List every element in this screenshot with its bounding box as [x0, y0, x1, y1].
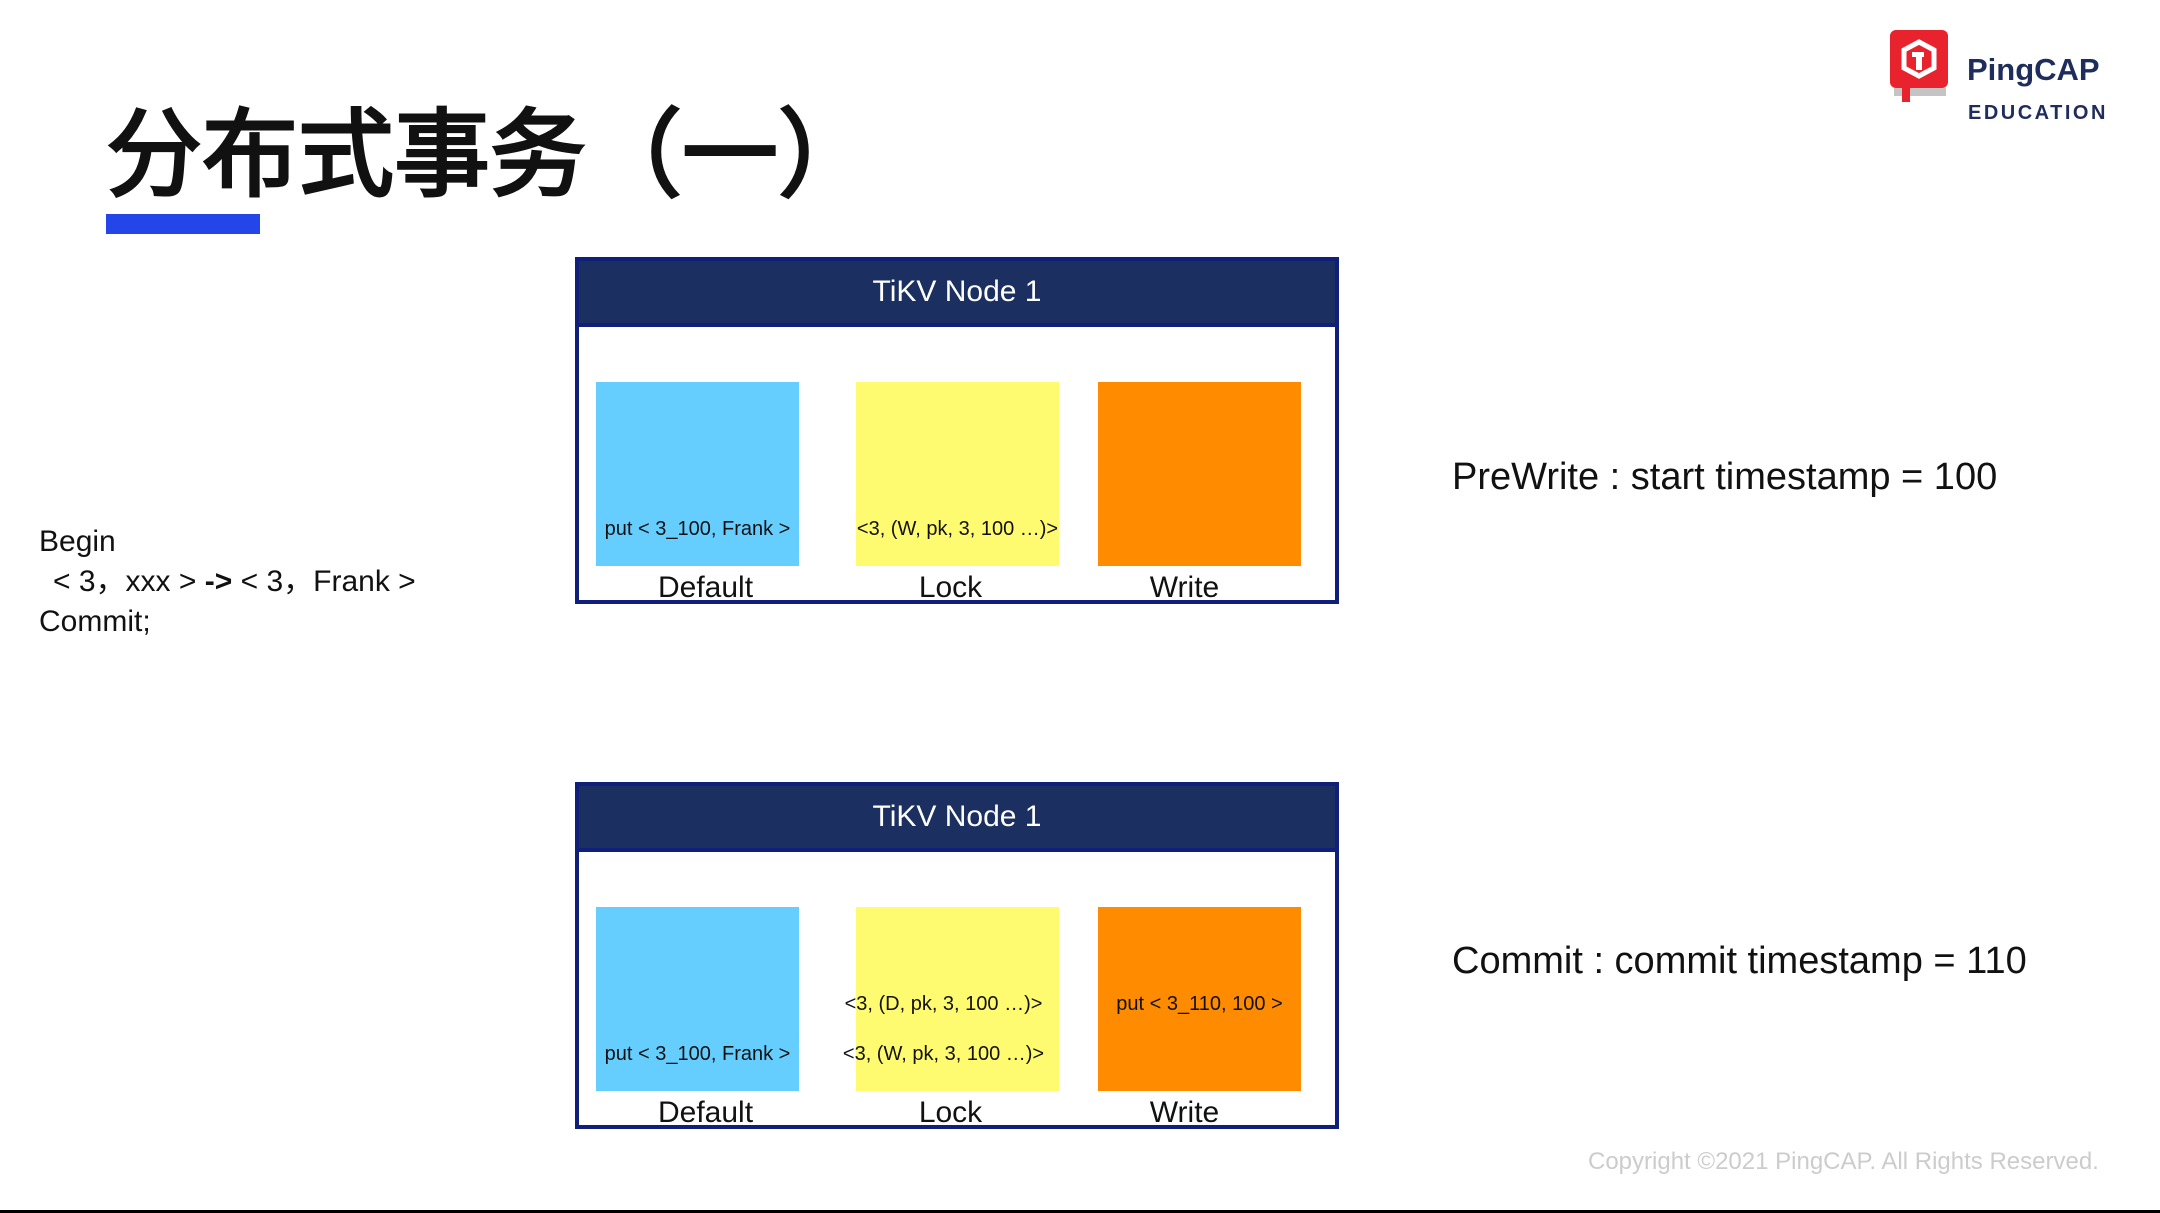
logo-name: PingCAP	[1967, 52, 2100, 87]
copyright-text: Copyright ©2021 PingCAP. All Rights Rese…	[1588, 1148, 2099, 1175]
write-cf-box: put < 3_110, 100 >	[1098, 907, 1301, 1091]
txn-commit: Commit;	[39, 605, 151, 638]
pingcap-logo-icon	[1890, 30, 1948, 102]
default-label: Default	[657, 1096, 754, 1129]
lock-label: Lock	[918, 571, 983, 604]
write-label: Write	[1149, 571, 1220, 604]
txn-arrow: ->	[204, 565, 233, 598]
default-entry: put < 3_100, Frank >	[604, 1043, 791, 1065]
txn-begin: Begin	[39, 525, 116, 558]
txn-old-value: xxx >	[125, 565, 197, 598]
node-title: TiKV Node 1	[579, 261, 1335, 327]
default-cf-box: put < 3_100, Frank >	[596, 382, 799, 566]
lock-cf-box: <3, (W, pk, 3, 100 …)>	[856, 382, 1059, 566]
default-entry: put < 3_100, Frank >	[604, 518, 791, 540]
tikv-node-commit: TiKV Node 1 put < 3_100, Frank > <3, (D,…	[575, 782, 1339, 1129]
transaction-block: Begin < 3，xxx > -> < 3，Frank > Commit;	[39, 522, 416, 642]
txn-new-value: Frank >	[313, 565, 416, 598]
lock-cf-box: <3, (D, pk, 3, 100 …)> <3, (W, pk, 3, 10…	[843, 907, 1059, 1091]
slide: 分布式事务（一） PingCAP EDUCATION Begin < 3，xxx…	[0, 0, 2160, 1210]
title-underline	[106, 214, 260, 234]
pingcap-logo: PingCAP EDUCATION	[1888, 28, 2128, 124]
default-cf-box: put < 3_100, Frank >	[596, 907, 799, 1091]
txn-sep-2: ，	[283, 565, 314, 598]
prewrite-phase-label: PreWrite : start timestamp = 100	[1452, 456, 1998, 498]
lock-entry: <3, (W, pk, 3, 100 …)>	[856, 518, 1059, 540]
default-label: Default	[657, 571, 754, 604]
logo-subtitle: EDUCATION	[1968, 102, 2108, 124]
lock-entry: <3, (D, pk, 3, 100 …)>	[844, 993, 1043, 1015]
txn-sep: ，	[95, 565, 126, 598]
txn-key-open: < 3	[53, 565, 96, 598]
lock-label: Lock	[918, 1096, 983, 1129]
commit-phase-label: Commit : commit timestamp = 110	[1452, 940, 2027, 982]
node-title: TiKV Node 1	[579, 786, 1335, 852]
write-cf-box	[1098, 382, 1301, 566]
write-label: Write	[1149, 1096, 1220, 1129]
write-entry: put < 3_110, 100 >	[1116, 993, 1283, 1015]
txn-operation: < 3，xxx > -> < 3，Frank >	[39, 562, 416, 602]
page-title: 分布式事务（一）	[106, 99, 874, 211]
txn-key-open-2: < 3	[240, 565, 284, 598]
tikv-node-prewrite: TiKV Node 1 put < 3_100, Frank > <3, (W,…	[575, 257, 1339, 604]
lock-entry: <3, (W, pk, 3, 100 …)>	[842, 1043, 1045, 1065]
